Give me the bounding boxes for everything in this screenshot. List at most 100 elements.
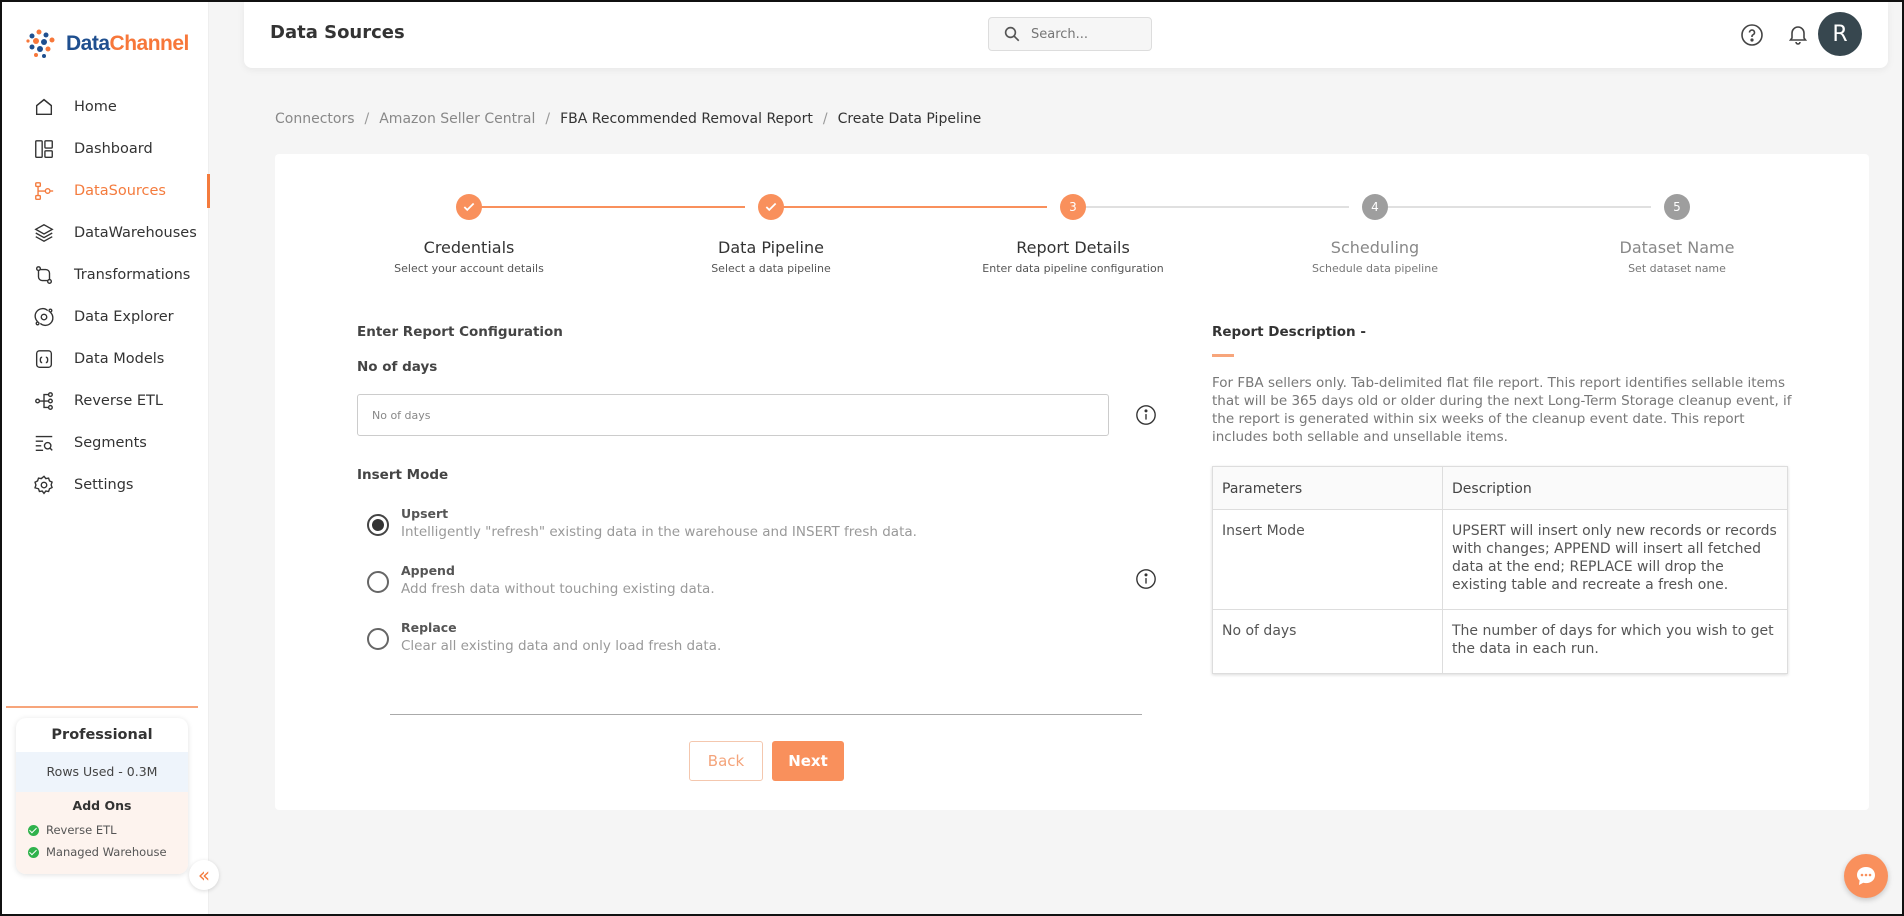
sidebar-item-label: Home [74, 99, 117, 115]
sidebar-item-dashboard[interactable]: Dashboard [2, 128, 209, 170]
report-description-title: Report Description - [1212, 324, 1366, 340]
bell-icon[interactable] [1786, 22, 1810, 46]
mode-description: Clear all existing data and only load fr… [401, 638, 722, 654]
sidebar-item-settings[interactable]: Settings [2, 464, 209, 506]
table-row: No of days The number of days for which … [1212, 609, 1788, 674]
next-button[interactable]: Next [772, 741, 844, 781]
sidebar-item-label: Transformations [74, 267, 191, 283]
step-connector-2-3 [771, 206, 1047, 208]
reverse-etl-icon [32, 389, 56, 413]
check-circle-icon [28, 824, 39, 836]
logo-text: DataChannel [66, 32, 189, 56]
mode-option-replace[interactable]: Replace Clear all existing data and only… [367, 620, 967, 654]
segments-icon [32, 431, 56, 455]
logo[interactable]: DataChannel [24, 26, 189, 62]
step-2-title: Data Pipeline [718, 238, 824, 257]
info-icon[interactable] [1135, 404, 1157, 426]
info-icon[interactable] [1135, 568, 1157, 590]
sidebar-item-data-explorer[interactable]: Data Explorer [2, 296, 209, 338]
mode-description: Add fresh data without touching existing… [401, 581, 715, 597]
sidebar-nav: Home Dashboard DataSources DataWarehouse… [2, 86, 210, 506]
title-underline [1212, 354, 1234, 357]
breadcrumb-report[interactable]: FBA Recommended Removal Report [560, 111, 813, 127]
addons-section: Add Ons Reverse ETL Managed Warehouse [16, 792, 188, 874]
dashboard-icon [32, 137, 56, 161]
sidebar-item-datawarehouses[interactable]: DataWarehouses [2, 212, 209, 254]
mode-option-append[interactable]: Append Add fresh data without touching e… [367, 563, 967, 597]
breadcrumb-amazon-seller-central[interactable]: Amazon Seller Central [379, 111, 535, 127]
sidebar-item-label: Dashboard [74, 141, 153, 157]
step-4-subtitle: Schedule data pipeline [1312, 262, 1438, 275]
append-radio[interactable] [367, 571, 389, 593]
step-connector-4-5 [1375, 206, 1651, 208]
step-2-subtitle: Select a data pipeline [711, 262, 831, 275]
form-divider [390, 714, 1142, 715]
explorer-icon [32, 305, 56, 329]
plan-divider [6, 706, 198, 708]
sidebar: DataChannel Home Dashboard DataSources D… [2, 2, 210, 914]
step-3-marker: 3 [1060, 194, 1086, 220]
param-name: Insert Mode [1212, 509, 1443, 610]
plan-card: Professional Rows Used - 0.3M Add Ons Re… [16, 718, 188, 874]
column-header: Description [1442, 466, 1788, 510]
addon-item: Managed Warehouse [16, 841, 188, 863]
mode-description: Intelligently "refresh" existing data in… [401, 524, 917, 540]
step-5-title: Dataset Name [1619, 238, 1735, 257]
insert-mode-label: Insert Mode [357, 467, 449, 483]
datasources-icon [32, 179, 56, 203]
table-header-row: Parameters Description [1212, 466, 1788, 510]
param-name: No of days [1212, 609, 1443, 674]
breadcrumb-current: Create Data Pipeline [837, 111, 982, 127]
search-icon [1004, 26, 1020, 42]
sidebar-item-reverse-etl[interactable]: Reverse ETL [2, 380, 209, 422]
chat-button[interactable] [1844, 854, 1888, 898]
param-description: The number of days for which you wish to… [1442, 609, 1788, 674]
step-1-check-icon [456, 194, 482, 220]
report-description-text: For FBA sellers only. Tab-delimited flat… [1212, 375, 1792, 445]
plan-name: Professional [51, 727, 153, 743]
replace-radio[interactable] [367, 628, 389, 650]
sidebar-item-home[interactable]: Home [2, 86, 209, 128]
step-5-marker: 5 [1664, 194, 1690, 220]
avatar[interactable]: R [1818, 12, 1862, 56]
logo-text-part2: Channel [109, 32, 190, 55]
collapse-sidebar-button[interactable]: « [189, 860, 219, 890]
step-1-subtitle: Select your account details [394, 262, 544, 275]
days-input[interactable] [357, 394, 1109, 436]
step-5-subtitle: Set dataset name [1628, 262, 1726, 275]
param-description: UPSERT will insert only new records or r… [1442, 509, 1788, 610]
sidebar-item-datasources[interactable]: DataSources [2, 170, 210, 212]
sidebar-item-label: DataSources [74, 183, 166, 199]
step-connector-3-4 [1073, 206, 1349, 208]
sidebar-item-segments[interactable]: Segments [2, 422, 209, 464]
mode-option-upsert[interactable]: Upsert Intelligently "refresh" existing … [367, 506, 967, 540]
back-button[interactable]: Back [689, 741, 763, 781]
breadcrumb-connectors[interactable]: Connectors [275, 111, 355, 127]
help-icon[interactable] [1740, 23, 1764, 47]
sidebar-item-label: Data Models [74, 351, 165, 367]
pipeline-card: 3 4 5 Credentials Select your account de… [275, 154, 1869, 810]
mode-title: Upsert [401, 506, 449, 521]
page-title: Data Sources [270, 22, 405, 43]
addon-item: Reverse ETL [16, 819, 188, 841]
sidebar-item-label: Data Explorer [74, 309, 174, 325]
sidebar-item-transformations[interactable]: Transformations [2, 254, 209, 296]
sidebar-item-data-models[interactable]: Data Models [2, 338, 209, 380]
mode-title: Replace [401, 620, 457, 635]
search-input[interactable] [1031, 26, 1141, 42]
sidebar-item-label: Reverse ETL [74, 393, 163, 409]
upsert-radio[interactable] [367, 514, 389, 536]
check-circle-icon [28, 846, 39, 858]
addon-label: Managed Warehouse [46, 845, 167, 859]
chat-bubble-icon [1857, 867, 1875, 885]
breadcrumb: Connectors / Amazon Seller Central / FBA… [275, 111, 981, 127]
gear-icon [32, 473, 56, 497]
days-label: No of days [357, 359, 438, 375]
breadcrumb-separator: / [822, 111, 828, 127]
logo-text-part1: Data [66, 32, 110, 55]
search-box[interactable] [988, 17, 1152, 51]
mode-title: Append [401, 563, 455, 578]
parameters-table: Parameters Description Insert Mode UPSER… [1212, 466, 1788, 674]
double-chevron-left-icon: « [197, 863, 211, 887]
sidebar-item-label: Segments [74, 435, 147, 451]
